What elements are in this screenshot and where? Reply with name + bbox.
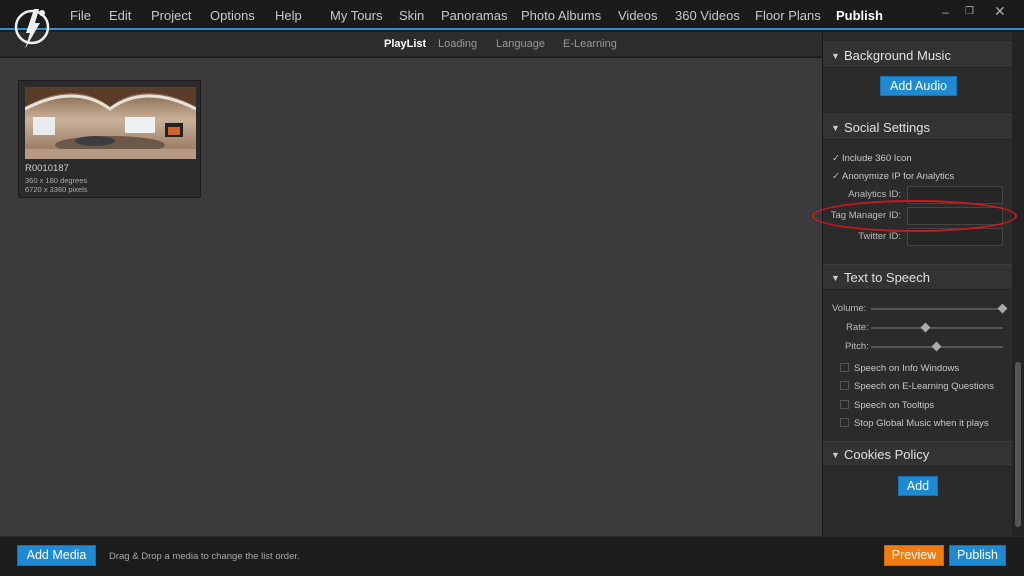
analytics-id-label: Analytics ID: — [848, 189, 901, 200]
tab-loading[interactable]: Loading — [438, 38, 477, 50]
menubar: File Edit Project Options Help My Tours … — [0, 0, 1024, 30]
checkbox-label: Speech on E-Learning Questions — [854, 381, 994, 392]
section-title: Background Music — [844, 48, 951, 63]
anonymize-ip-checkbox[interactable]: ✓ Anonymize IP for Analytics — [832, 171, 954, 182]
checkbox-box — [840, 363, 849, 372]
menu-file[interactable]: File — [70, 8, 91, 23]
section-background-music[interactable]: ▼ Background Music — [823, 42, 1013, 68]
highlight-ellipse — [812, 200, 1017, 232]
pitch-slider-handle[interactable] — [931, 341, 942, 352]
section-title: Cookies Policy — [844, 447, 930, 462]
checkbox-label: Anonymize IP for Analytics — [842, 171, 955, 182]
menu-edit[interactable]: Edit — [109, 8, 131, 23]
speech-info-windows-checkbox[interactable]: Speech on Info Windows — [840, 363, 959, 374]
checkmark-icon: ✓ — [832, 153, 840, 164]
volume-label: Volume: — [832, 303, 867, 314]
checkbox-label: Include 360 Icon — [842, 153, 912, 164]
checkbox-box — [840, 400, 849, 409]
menu-project[interactable]: Project — [151, 8, 191, 23]
section-text-to-speech[interactable]: ▼ Text to Speech — [823, 264, 1013, 290]
stop-global-music-checkbox[interactable]: Stop Global Music when it plays — [840, 418, 989, 429]
tab-e-learning[interactable]: E-Learning — [563, 38, 617, 50]
add-audio-button[interactable]: Add Audio — [880, 76, 957, 96]
section-cookies-policy[interactable]: ▼ Cookies Policy — [823, 441, 1013, 467]
checkbox-label: Stop Global Music when it plays — [854, 418, 989, 429]
speech-e-learning-checkbox[interactable]: Speech on E-Learning Questions — [840, 381, 994, 392]
close-icon[interactable]: ✕ — [994, 3, 1006, 20]
menu-photo-albums[interactable]: Photo Albums — [521, 8, 601, 23]
section-title: Text to Speech — [844, 270, 930, 285]
rate-label: Rate: — [846, 322, 869, 333]
collapse-triangle-icon: ▼ — [831, 123, 840, 133]
app-logo — [14, 9, 50, 49]
checkbox-label: Speech on Info Windows — [854, 363, 960, 374]
menu-publish[interactable]: Publish — [836, 8, 883, 23]
restore-icon[interactable]: ❐ — [965, 6, 974, 17]
tab-playlist[interactable]: PlayList — [384, 38, 426, 50]
section-title: Social Settings — [844, 120, 930, 135]
volume-slider[interactable] — [871, 308, 1003, 310]
menu-options[interactable]: Options — [210, 8, 255, 23]
menu-videos[interactable]: Videos — [618, 8, 658, 23]
menu-my-tours[interactable]: My Tours — [330, 8, 383, 23]
checkbox-box — [840, 418, 849, 427]
subtab-bar: PlayList Loading Language E-Learning — [0, 32, 822, 57]
playlist-area: R0010187 360 x 180 degrees 6720 x 3360 p… — [0, 58, 822, 536]
media-pixels: 6720 x 3360 pixels — [25, 185, 88, 194]
panel-scrollbar[interactable] — [1012, 32, 1024, 536]
tab-language[interactable]: Language — [496, 38, 545, 50]
media-card[interactable]: R0010187 360 x 180 degrees 6720 x 3360 p… — [18, 80, 201, 198]
publish-button[interactable]: Publish — [949, 545, 1006, 566]
rate-slider[interactable] — [871, 327, 1003, 329]
drag-drop-hint: Drag & Drop a media to change the list o… — [109, 551, 300, 562]
checkbox-label: Speech on Tooltips — [854, 400, 935, 411]
media-degrees: 360 x 180 degrees — [25, 176, 88, 185]
add-media-button[interactable]: Add Media — [17, 545, 96, 566]
volume-slider-handle[interactable] — [997, 303, 1008, 314]
preview-button[interactable]: Preview — [884, 545, 944, 566]
add-cookies-policy-button[interactable]: Add — [898, 476, 938, 496]
speech-tooltips-checkbox[interactable]: Speech on Tooltips — [840, 400, 934, 411]
include-360-icon-checkbox[interactable]: ✓ Include 360 Icon — [832, 153, 912, 164]
checkbox-box — [840, 381, 849, 390]
section-social-settings[interactable]: ▼ Social Settings — [823, 114, 1013, 140]
collapse-triangle-icon: ▼ — [831, 450, 840, 460]
rate-slider-handle[interactable] — [920, 322, 931, 333]
menu-help[interactable]: Help — [275, 8, 302, 23]
menu-skin[interactable]: Skin — [399, 8, 424, 23]
collapse-triangle-icon: ▼ — [831, 51, 840, 61]
pitch-label: Pitch: — [845, 341, 869, 352]
collapse-triangle-icon: ▼ — [831, 273, 840, 283]
minimize-icon[interactable]: – — [942, 5, 949, 19]
panorama-thumbnail — [25, 87, 196, 159]
scrollbar-thumb[interactable] — [1015, 362, 1021, 527]
menu-360-videos[interactable]: 360 Videos — [675, 8, 740, 23]
twitter-id-label: Twitter ID: — [858, 231, 901, 242]
bottom-bar: Add Media Drag & Drop a media to change … — [0, 536, 1024, 576]
settings-panel: ▼ Background Music Add Audio ▼ Social Se… — [822, 32, 1013, 536]
checkmark-icon: ✓ — [832, 171, 840, 182]
media-name: R0010187 — [25, 163, 69, 174]
menu-panoramas[interactable]: Panoramas — [441, 8, 507, 23]
menu-floor-plans[interactable]: Floor Plans — [755, 8, 821, 23]
